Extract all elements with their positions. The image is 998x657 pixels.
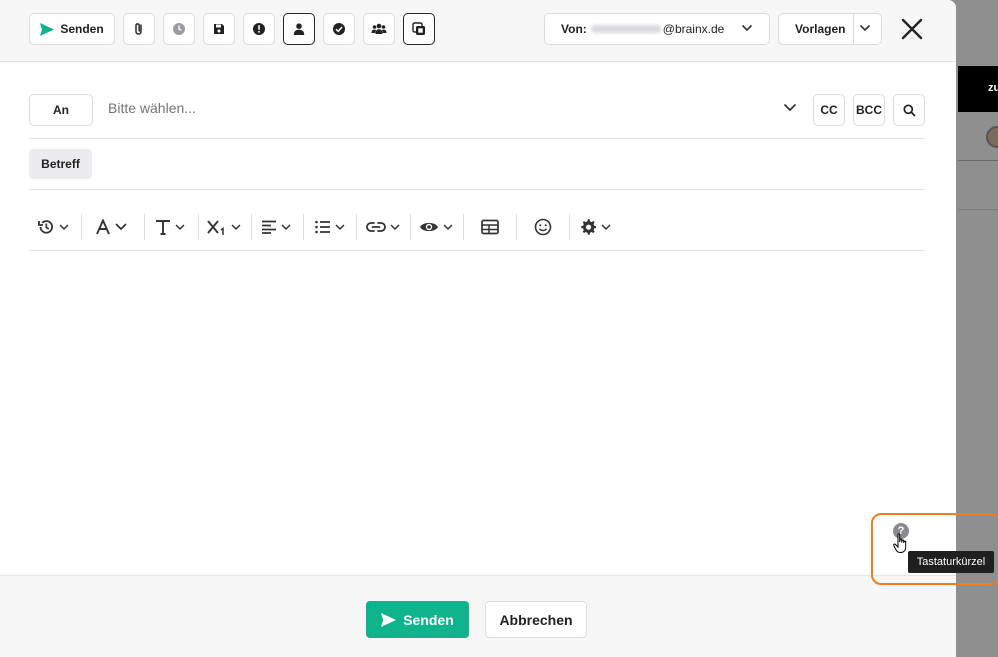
preview-button[interactable] [419,210,453,244]
send-icon [40,22,55,36]
divider [29,138,925,139]
chevron-down-icon [443,223,453,230]
text-size-icon [156,220,170,235]
font-color-icon [96,219,110,235]
toolbar-separator [569,214,570,240]
subject-label: Betreff [29,149,92,179]
cc-button[interactable]: CC [813,94,845,126]
templates-label: Vorlagen [795,22,846,36]
gear-icon [581,219,596,235]
settings-button[interactable] [579,210,611,244]
compose-toolbar: Senden Von: @brainx.de Vorlagen [0,0,956,62]
cancel-button[interactable]: Abbrechen [485,601,587,638]
background-header-bar: zu [958,66,998,112]
search-recipient-button[interactable] [893,94,925,126]
list-icon [315,220,330,234]
list-button[interactable] [315,210,345,244]
send-icon [381,612,397,627]
tooltip: Tastaturkürzel [908,551,994,573]
chevron-down-icon[interactable] [783,103,797,112]
search-icon [902,103,916,117]
divider [29,250,925,251]
priority-icon [253,23,265,35]
subscript-button[interactable] [207,210,241,244]
align-button[interactable] [262,210,291,244]
toolbar-separator [303,214,304,240]
emoji-button[interactable] [534,210,552,244]
align-left-icon [262,220,276,234]
focus-highlight [871,513,998,585]
chevron-down-icon [335,223,345,230]
table-button[interactable] [481,210,499,244]
copy-button[interactable] [403,13,435,45]
sender-domain: @brainx.de [662,22,725,36]
chevron-down-icon [601,223,611,230]
attach-button[interactable] [123,13,155,45]
background-divider-2 [958,209,998,210]
send-button[interactable]: Senden [366,601,469,638]
close-icon[interactable] [899,16,925,42]
chevron-down-icon [231,223,241,230]
chevron-down-icon [741,24,753,32]
toolbar-separator [410,214,411,240]
compose-email-modal: Senden Von: @brainx.de Vorlagen An Bitte… [0,0,956,657]
clock-icon [173,23,185,35]
chevron-down-icon [115,223,127,231]
background-divider [958,160,998,161]
templates-separator [853,14,854,44]
contact-button[interactable] [283,13,315,45]
send-button-label: Senden [403,611,454,628]
subject-input[interactable] [104,152,924,176]
templates-dropdown[interactable]: Vorlagen [778,13,882,45]
sender-label: Von: [561,22,587,36]
save-icon [214,24,224,34]
group-icon [371,23,387,34]
read-receipt-button[interactable] [323,13,355,45]
toolbar-separator [463,214,464,240]
hand-cursor-icon [893,533,907,553]
history-icon [38,220,53,234]
link-icon [366,222,386,232]
attach-icon [135,23,142,35]
editor-body[interactable] [29,252,925,572]
toolbar-separator [516,214,517,240]
toolbar-separator [251,214,252,240]
toolbar-separator [356,214,357,240]
copy-icon [412,22,425,35]
chevron-down-icon [390,223,400,230]
toolbar-separator [144,214,145,240]
to-button[interactable]: An [29,94,93,126]
text-size-button[interactable] [155,210,185,244]
bcc-button[interactable]: BCC [853,94,885,126]
eye-icon [420,222,438,232]
compose-footer: Senden Abbrechen [0,575,956,657]
subscript-icon [207,220,224,235]
toolbar-separator [198,214,199,240]
group-button[interactable] [363,13,395,45]
contact-icon [293,23,305,35]
chevron-down-icon [59,223,69,230]
schedule-button[interactable] [163,13,195,45]
chevron-down-icon [175,223,185,230]
chevron-down-icon [281,223,291,230]
priority-button[interactable] [243,13,275,45]
sender-name-redacted [590,25,661,33]
table-icon [481,219,499,235]
font-color-button[interactable] [95,210,127,244]
divider [29,189,925,190]
emoji-icon [534,218,552,236]
history-button[interactable] [37,210,69,244]
background-partial-text: zu [988,82,998,94]
chevron-down-icon [859,24,871,32]
sender-select[interactable]: Von: @brainx.de [544,13,770,45]
send-button-top[interactable]: Senden [29,13,115,45]
send-button-label: Senden [60,22,104,36]
toolbar-separator [81,214,82,240]
check-icon [333,23,345,35]
recipient-input[interactable] [108,100,768,116]
link-button[interactable] [366,210,400,244]
save-draft-button[interactable] [203,13,235,45]
